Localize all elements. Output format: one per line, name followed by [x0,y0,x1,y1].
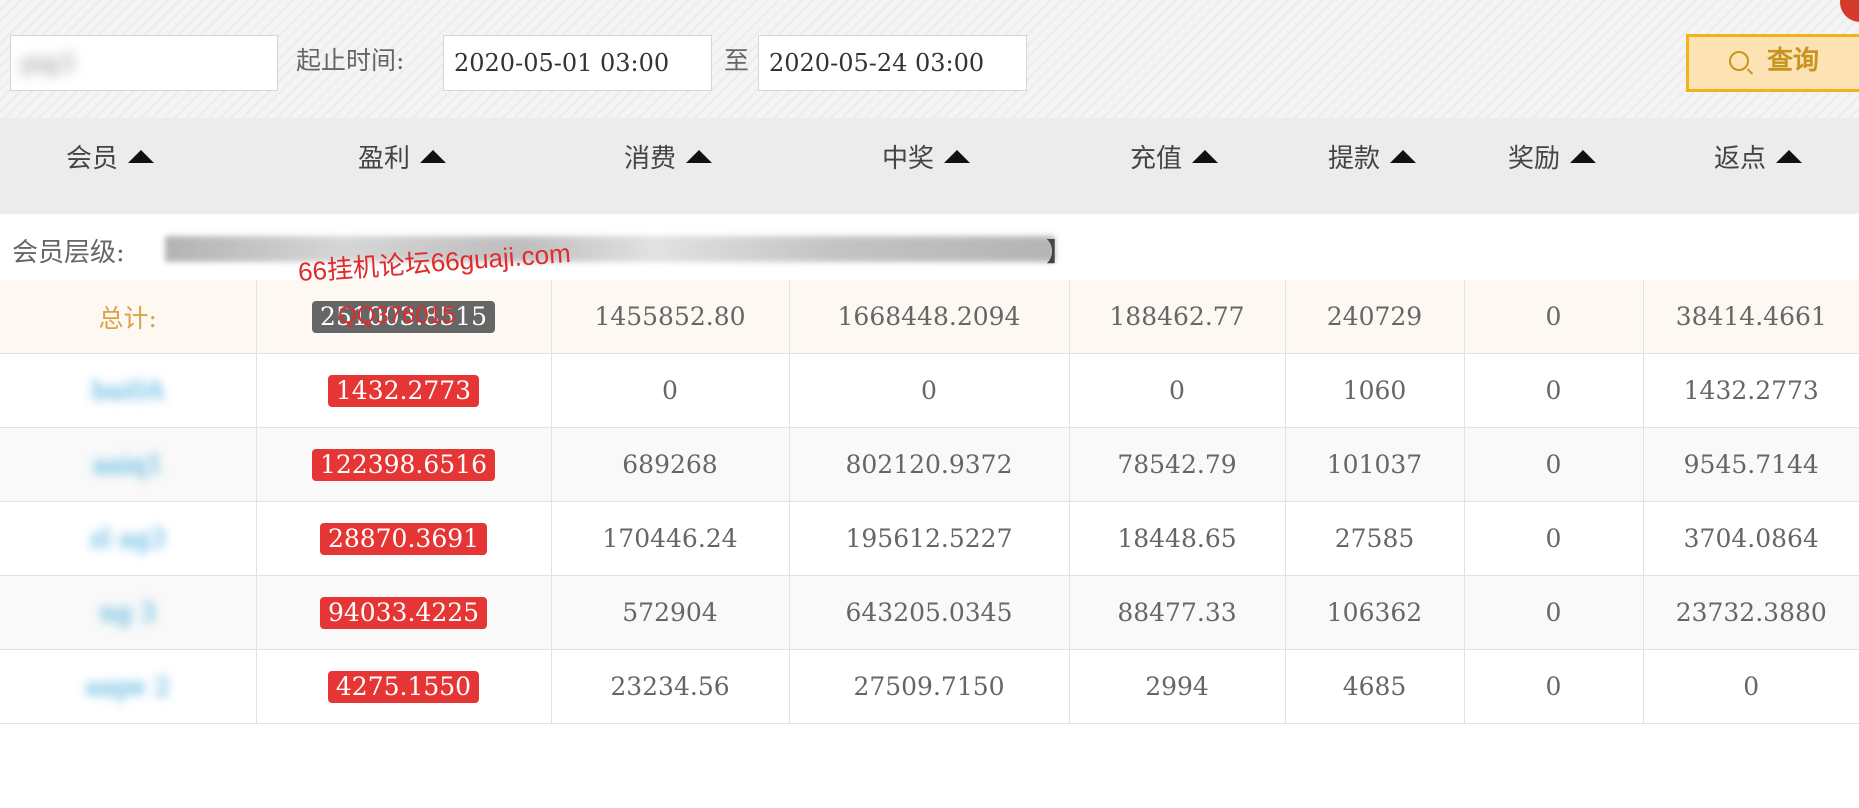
rebate-cell: 3704.0864 [1643,501,1859,576]
time-range-label: 起止时间: [296,46,405,75]
column-header-consume[interactable]: 消费 [624,138,713,175]
total-label: 总计: [98,303,157,333]
filter-bar: pig3 起止时间: 2020-05-01 03:00 至 2020-05-24… [0,0,1859,118]
rebate-cell: 1432.2773 [1643,353,1859,428]
total-reward: 0 [1464,280,1644,354]
withdraw-cell: 101037 [1285,427,1465,502]
member-level-label: 会员层级: [12,238,125,268]
corner-decoration [1840,0,1859,22]
table-row: aaiq1 122398.6516 689268 802120.9372 785… [0,427,1859,502]
column-header-rebate[interactable]: 返点 [1714,138,1803,175]
win-cell: 0 [789,353,1070,428]
member-input-value: pig3 [21,49,75,77]
member-level-row: 会员层级: 】 [0,214,1859,280]
table-header: 会员 盈利 消费 中奖 充值 提款 奖励 返点 [0,118,1859,214]
profit-badge: 122398.6516 [311,448,495,481]
column-header-profit[interactable]: 盈利 [358,138,447,175]
total-withdraw: 240729 [1285,280,1465,354]
recharge-cell: 88477.33 [1069,575,1286,650]
search-icon [1729,51,1749,71]
table-row: ng 3 94033.4225 572904 643205.0345 88477… [0,575,1859,650]
sort-up-icon [1192,150,1219,163]
sort-up-icon [686,150,713,163]
recharge-cell: 18448.65 [1069,501,1286,576]
win-cell: 195612.5227 [789,501,1070,576]
end-time-input[interactable]: 2020-05-24 03:00 [758,35,1027,91]
total-rebate: 38414.4661 [1643,280,1859,354]
consume-cell: 170446.24 [551,501,790,576]
rebate-cell: 23732.3880 [1643,575,1859,650]
member-link[interactable]: ng 3 [100,598,156,627]
total-recharge: 188462.77 [1069,280,1286,354]
profit-badge: 28870.3691 [319,522,488,555]
member-link[interactable]: zl ag3 [90,524,166,553]
recharge-cell: 2994 [1069,649,1286,724]
win-cell: 802120.9372 [789,427,1070,502]
win-cell: 27509.7150 [789,649,1070,724]
consume-cell: 572904 [551,575,790,650]
watermark-qq: QQ376015 [338,302,456,329]
reward-cell: 0 [1464,501,1644,576]
recharge-cell: 78542.79 [1069,427,1286,502]
member-link[interactable]: aaiq1 [93,450,163,479]
recharge-cell: 0 [1069,353,1286,428]
start-time-input[interactable]: 2020-05-01 03:00 [443,35,712,91]
total-consume: 1455852.80 [551,280,790,354]
member-input[interactable]: pig3 [10,35,278,91]
profit-badge: 94033.4225 [319,596,488,629]
column-header-reward[interactable]: 奖励 [1508,138,1597,175]
sort-up-icon [128,150,155,163]
sort-up-icon [1776,150,1803,163]
column-header-member[interactable]: 会员 [66,138,155,175]
reward-cell: 0 [1464,427,1644,502]
withdraw-cell: 106362 [1285,575,1465,650]
profit-badge: 1432.2773 [327,374,480,407]
win-cell: 643205.0345 [789,575,1070,650]
reward-cell: 0 [1464,649,1644,724]
withdraw-cell: 4685 [1285,649,1465,724]
sort-up-icon [944,150,971,163]
rebate-cell: 0 [1643,649,1859,724]
table-row: zl ag3 28870.3691 170446.24 195612.5227 … [0,501,1859,576]
reward-cell: 0 [1464,575,1644,650]
withdraw-cell: 1060 [1285,353,1465,428]
consume-cell: 689268 [551,427,790,502]
sort-up-icon [1570,150,1597,163]
column-header-recharge[interactable]: 充值 [1130,138,1219,175]
table-row: aape 2 4275.1550 23234.56 27509.7150 299… [0,649,1859,724]
sort-up-icon [420,150,447,163]
total-row: 总计: 251003.8515 1455852.80 1668448.2094 … [0,280,1859,354]
column-header-withdraw[interactable]: 提款 [1328,138,1417,175]
consume-cell: 23234.56 [551,649,790,724]
withdraw-cell: 27585 [1285,501,1465,576]
reward-cell: 0 [1464,353,1644,428]
member-link[interactable]: bai0A [91,376,164,405]
to-label: 至 [724,46,750,75]
member-link[interactable]: aape 2 [86,672,170,701]
total-label-cell: 总计: [0,280,257,354]
query-button-label: 查询 [1767,46,1820,76]
total-win: 1668448.2094 [789,280,1070,354]
rebate-cell: 9545.7144 [1643,427,1859,502]
sort-up-icon [1390,150,1417,163]
table-row: bai0A 1432.2773 0 0 0 1060 0 1432.2773 [0,353,1859,428]
report-table: 总计: 251003.8515 1455852.80 1668448.2094 … [0,280,1859,724]
column-header-win[interactable]: 中奖 [882,138,971,175]
query-button[interactable]: 查询 [1686,34,1859,92]
profit-badge: 4275.1550 [327,670,480,703]
member-level-bracket: 】 [1046,238,1073,268]
consume-cell: 0 [551,353,790,428]
